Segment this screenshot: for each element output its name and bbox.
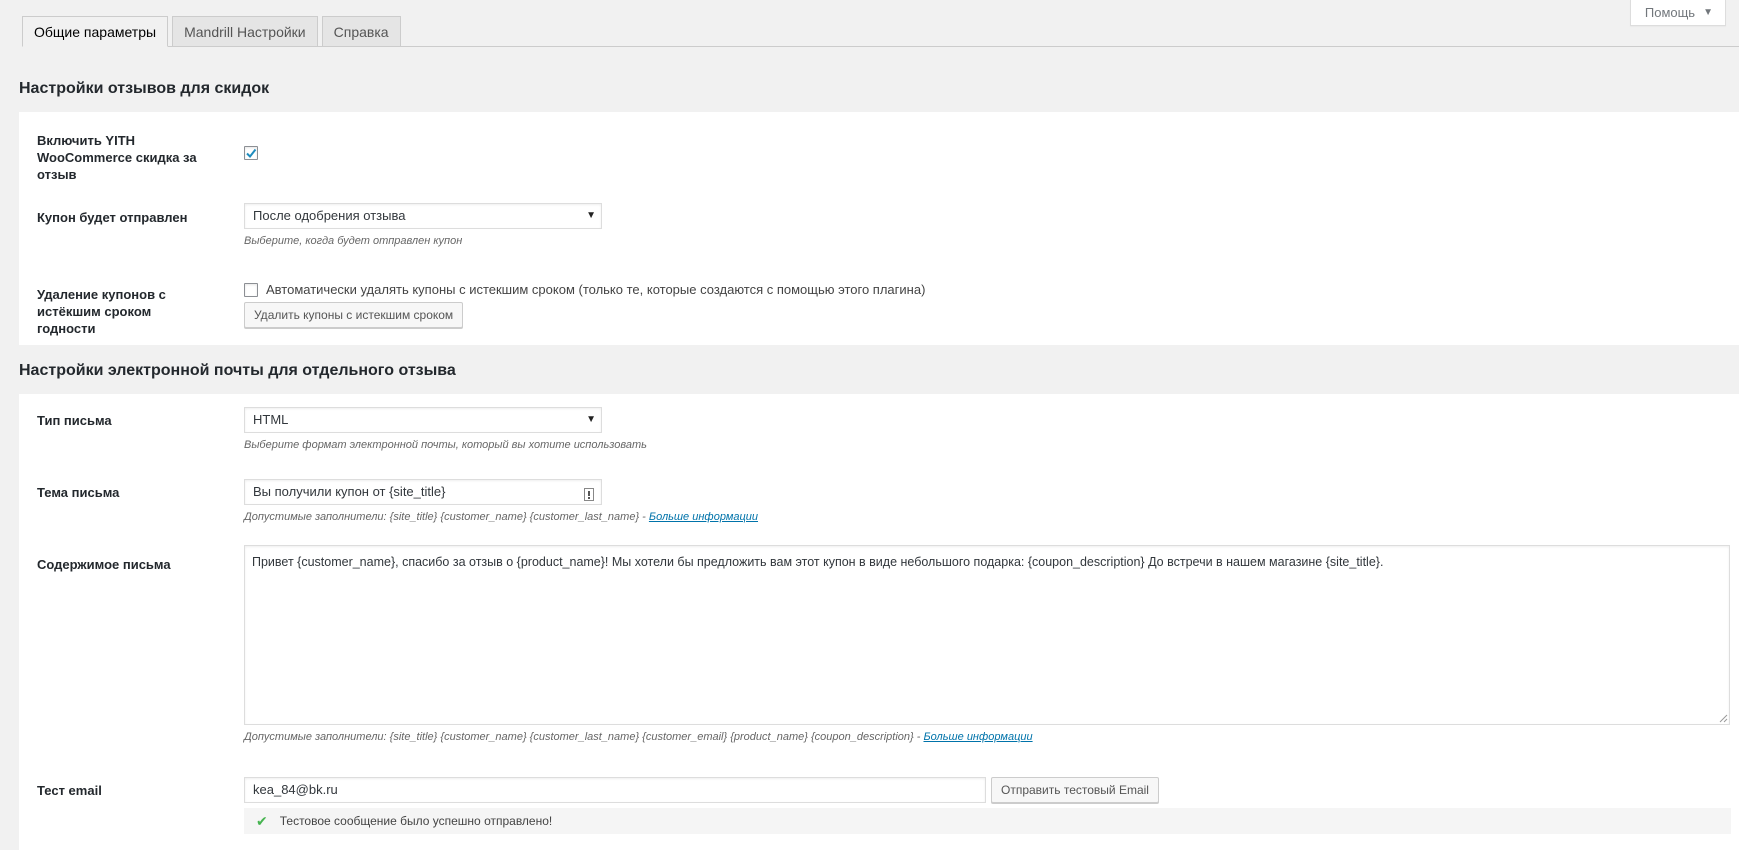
select-arrow-icon: ▼ bbox=[586, 210, 596, 221]
subject-description: Допустимые заполнители: {site_title} {cu… bbox=[244, 511, 1144, 523]
success-check-icon: ✔ bbox=[256, 812, 268, 829]
delete-expired-checkbox-label: Автоматически удалять купоны с истекшим … bbox=[266, 282, 926, 297]
mail-type-value: HTML bbox=[253, 412, 289, 427]
content-value: Привет {customer_name}, спасибо за отзыв… bbox=[252, 555, 1384, 569]
content-description-text: Допустимые заполнители: {site_title} {cu… bbox=[244, 731, 924, 743]
send-test-email-button[interactable]: Отправить тестовый Email bbox=[991, 777, 1159, 803]
section-title-email-settings: Настройки электронной почты для отдельно… bbox=[19, 362, 456, 379]
subject-description-text: Допустимые заполнители: {site_title} {cu… bbox=[244, 511, 649, 523]
mail-type-label: Тип письма bbox=[37, 413, 112, 428]
select-arrow-icon: ▼ bbox=[586, 414, 596, 425]
checkmark-icon bbox=[246, 148, 257, 159]
coupon-sent-value: После одобрения отзыва bbox=[253, 208, 406, 223]
content-description: Допустимые заполнители: {site_title} {cu… bbox=[244, 731, 1730, 743]
nav-tabs: Общие параметры Mandrill Настройки Справ… bbox=[22, 16, 1739, 47]
content-more-info-link[interactable]: Больше информации bbox=[923, 731, 1032, 743]
tab-help[interactable]: Справка bbox=[321, 16, 401, 46]
placeholder-insert-icon[interactable] bbox=[584, 485, 594, 509]
enable-label: Включить YITH WooCommerce скидка за отзы… bbox=[37, 133, 197, 182]
test-email-success-notice: ✔ Тестовое сообщение было успешно отправ… bbox=[244, 808, 1731, 834]
resize-grip-icon[interactable] bbox=[1719, 714, 1728, 723]
subject-label: Тема письма bbox=[37, 485, 120, 500]
content-label: Содержимое письма bbox=[37, 557, 171, 572]
coupon-sent-label: Купон будет отправлен bbox=[37, 210, 188, 225]
coupon-sent-description: Выберите, когда будет отправлен купон bbox=[244, 235, 463, 247]
test-email-label: Тест email bbox=[37, 783, 102, 798]
subject-input[interactable]: Вы получили купон от {site_title} bbox=[244, 479, 602, 505]
subject-more-info-link[interactable]: Больше информации bbox=[649, 511, 758, 523]
tab-mandrill[interactable]: Mandrill Настройки bbox=[172, 16, 318, 46]
test-email-value: kea_84@bk.ru bbox=[253, 782, 338, 797]
section-title-review-discount: Настройки отзывов для скидок bbox=[19, 80, 270, 97]
mail-type-select[interactable]: HTML ▼ bbox=[244, 407, 602, 433]
delete-expired-label: Удаление купонов с истёкшим сроком годно… bbox=[37, 287, 166, 336]
test-email-input[interactable]: kea_84@bk.ru bbox=[244, 777, 986, 803]
mail-type-description: Выберите формат электронной почты, котор… bbox=[244, 439, 647, 451]
subject-value: Вы получили купон от {site_title} bbox=[253, 484, 446, 499]
enable-checkbox[interactable] bbox=[244, 146, 258, 160]
test-email-success-message: Тестовое сообщение было успешно отправле… bbox=[279, 814, 553, 828]
panel-review-discount: Включить YITH WooCommerce скидка за отзы… bbox=[19, 112, 1739, 345]
content-textarea[interactable]: Привет {customer_name}, спасибо за отзыв… bbox=[244, 545, 1730, 725]
panel-email-settings: Тип письма HTML ▼ Выберите формат электр… bbox=[19, 394, 1739, 850]
delete-expired-checkbox[interactable] bbox=[244, 282, 258, 297]
coupon-sent-select[interactable]: После одобрения отзыва ▼ bbox=[244, 203, 602, 229]
tab-general[interactable]: Общие параметры bbox=[22, 16, 169, 47]
delete-expired-button[interactable]: Удалить купоны с истекшим сроком bbox=[244, 302, 464, 328]
